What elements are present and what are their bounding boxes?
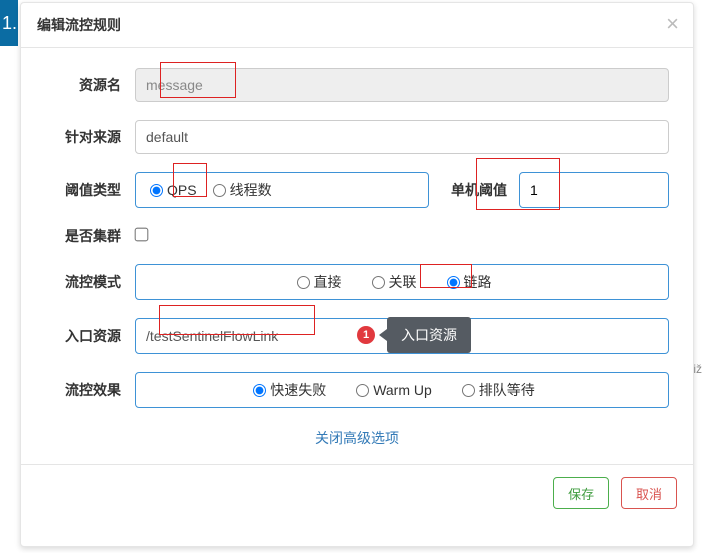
- row-mode: 流控模式 直接 关联 链路: [45, 264, 669, 300]
- radio-mode-direct[interactable]: 直接: [297, 272, 342, 292]
- radio-mode-chain-input[interactable]: [447, 276, 460, 289]
- radio-mode-direct-label: 直接: [314, 272, 342, 292]
- radio-mode-chain[interactable]: 链路: [447, 272, 492, 292]
- background-page-marker: 1.: [0, 0, 18, 46]
- resource-input: [135, 68, 669, 102]
- radio-effect-fast[interactable]: 快速失败: [253, 380, 326, 400]
- threshold-group: QPS 线程数 单机阈值: [135, 172, 669, 208]
- threshold-type-box: QPS 线程数: [135, 172, 429, 208]
- row-cluster: 是否集群: [45, 226, 669, 246]
- modal-header: 编辑流控规则 ×: [21, 3, 693, 48]
- radio-mode-direct-input[interactable]: [297, 276, 310, 289]
- mode-box: 直接 关联 链路: [135, 264, 669, 300]
- label-threshold-type: 阈值类型: [45, 180, 135, 200]
- row-threshold: 阈值类型 QPS 线程数 单机阈值: [45, 172, 669, 208]
- collapse-advanced: 关闭高级选项: [45, 428, 669, 448]
- collapse-advanced-link[interactable]: 关闭高级选项: [315, 430, 399, 446]
- cancel-button[interactable]: 取消: [621, 477, 677, 509]
- radio-mode-chain-label: 链路: [464, 272, 492, 292]
- radio-qps-input[interactable]: [150, 184, 163, 197]
- radio-threads-label: 线程数: [230, 180, 272, 200]
- radio-threads-input[interactable]: [213, 184, 226, 197]
- effect-box: 快速失败 Warm Up 排队等待: [135, 372, 669, 408]
- save-button[interactable]: 保存: [553, 477, 609, 509]
- modal-footer: 保存 取消: [21, 464, 693, 521]
- row-origin: 针对来源: [45, 120, 669, 154]
- label-mode: 流控模式: [45, 272, 135, 292]
- label-resource: 资源名: [45, 75, 135, 95]
- radio-effect-warm[interactable]: Warm Up: [356, 382, 432, 398]
- radio-mode-relate-input[interactable]: [372, 276, 385, 289]
- radio-effect-fast-label: 快速失败: [270, 380, 326, 400]
- origin-input[interactable]: [135, 120, 669, 154]
- threshold-input[interactable]: [519, 172, 669, 208]
- row-entry: 入口资源 1 入口资源: [45, 318, 669, 354]
- label-single-threshold: 单机阈值: [429, 180, 519, 200]
- close-icon[interactable]: ×: [666, 11, 679, 37]
- radio-effect-queue-label: 排队等待: [479, 380, 535, 400]
- row-effect: 流控效果 快速失败 Warm Up 排队等待: [45, 372, 669, 408]
- truncated-bg-text: iž: [693, 362, 702, 376]
- modal-body: 资源名 针对来源 阈值类型 QPS 线程数: [21, 48, 693, 464]
- radio-mode-relate[interactable]: 关联: [372, 272, 417, 292]
- label-cluster: 是否集群: [45, 226, 135, 246]
- radio-effect-fast-input[interactable]: [253, 384, 266, 397]
- modal-dialog: 编辑流控规则 × 资源名 针对来源 阈值类型 QPS: [20, 2, 694, 547]
- radio-qps[interactable]: QPS: [150, 182, 197, 198]
- radio-effect-queue-input[interactable]: [462, 384, 475, 397]
- cluster-checkbox[interactable]: [135, 228, 149, 242]
- cluster-checkbox-wrap: [135, 228, 148, 244]
- radio-threads[interactable]: 线程数: [213, 180, 272, 200]
- label-origin: 针对来源: [45, 127, 135, 147]
- modal-title: 编辑流控规则: [37, 17, 121, 33]
- row-resource: 资源名: [45, 68, 669, 102]
- radio-qps-label: QPS: [167, 182, 197, 198]
- radio-mode-relate-label: 关联: [389, 272, 417, 292]
- entry-input[interactable]: [135, 318, 669, 354]
- radio-effect-queue[interactable]: 排队等待: [462, 380, 535, 400]
- label-entry: 入口资源: [45, 326, 135, 346]
- label-effect: 流控效果: [45, 380, 135, 400]
- radio-effect-warm-label: Warm Up: [373, 382, 432, 398]
- radio-effect-warm-input[interactable]: [356, 384, 369, 397]
